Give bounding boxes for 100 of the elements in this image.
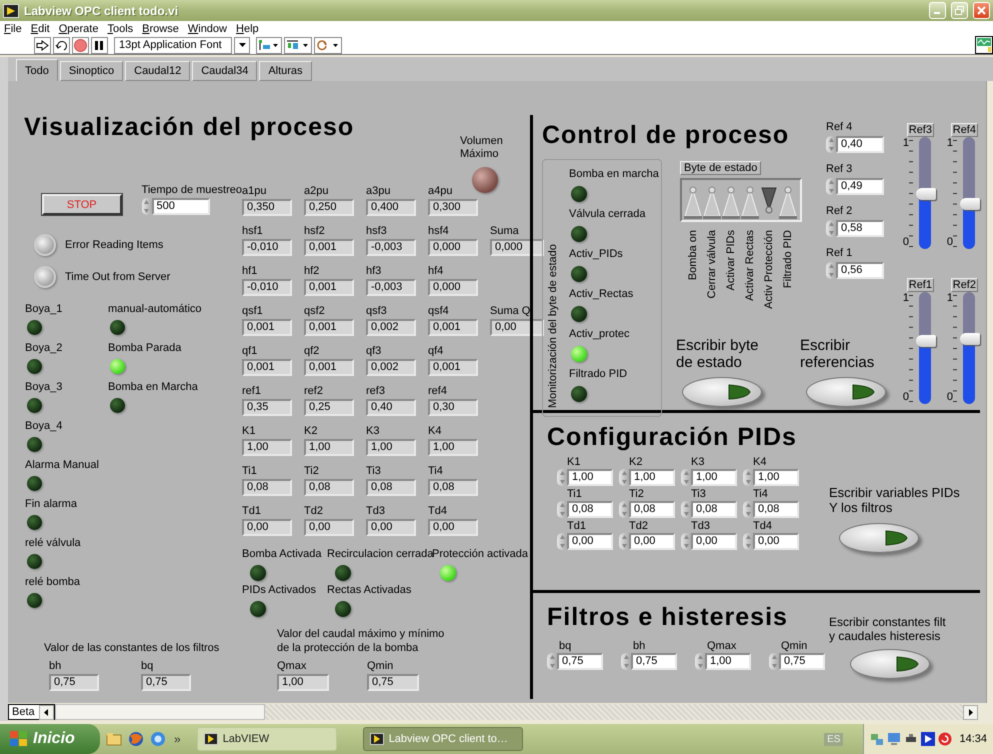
number-field[interactable]: 0,75	[779, 653, 825, 670]
write-button[interactable]	[850, 649, 930, 679]
spinner-arrows[interactable]	[743, 501, 753, 518]
field-label: K4	[752, 456, 768, 469]
number-field[interactable]: 0,58	[836, 220, 884, 237]
quick-launch-button[interactable]	[150, 731, 166, 747]
number-field[interactable]: 0,00	[691, 533, 737, 550]
quick-launch-button[interactable]	[106, 731, 122, 747]
spinner-arrows[interactable]	[743, 469, 753, 486]
field-label: Ref 4	[826, 121, 852, 134]
run-button[interactable]	[34, 36, 51, 54]
network-icon[interactable]	[870, 732, 884, 746]
dropdown-button[interactable]	[234, 36, 250, 54]
tab[interactable]: Sinoptico	[60, 61, 124, 81]
field-label: qsf1	[242, 305, 263, 318]
pause-button[interactable]	[91, 36, 108, 54]
spinner-arrows[interactable]	[826, 220, 836, 237]
vertical-slider[interactable]	[914, 137, 936, 249]
tab[interactable]: Todo	[16, 59, 58, 81]
field-label: bq	[558, 640, 572, 653]
play-icon[interactable]	[921, 732, 936, 746]
spinner-arrows[interactable]	[557, 501, 567, 518]
menu-item[interactable]: File	[4, 22, 22, 34]
vertical-scrollbar[interactable]	[986, 81, 993, 703]
number-field[interactable]: 0,00	[567, 533, 613, 550]
spinner-arrows[interactable]	[681, 533, 691, 550]
spinner-arrows[interactable]	[547, 653, 557, 670]
number-field[interactable]: 0,00	[753, 533, 799, 550]
menu-item[interactable]: Browse	[142, 22, 179, 34]
spinner-arrows[interactable]	[769, 653, 779, 670]
slider-thumb[interactable]	[960, 198, 980, 210]
spinner-arrows[interactable]	[681, 501, 691, 518]
spinner-arrows[interactable]	[557, 533, 567, 550]
menu-item[interactable]: Window	[188, 22, 227, 34]
quick-launch-button[interactable]	[128, 731, 144, 747]
tab[interactable]: Caudal12	[125, 61, 190, 81]
vertical-slider[interactable]	[914, 292, 936, 404]
number-field[interactable]: 0,49	[836, 178, 884, 195]
scroll-thumb[interactable]	[54, 704, 265, 720]
tab[interactable]: Alturas	[259, 61, 312, 81]
slider-thumb[interactable]	[960, 332, 980, 345]
write-button[interactable]	[806, 377, 886, 407]
tab[interactable]: Caudal34	[192, 61, 258, 81]
slider-label: Ref4	[950, 123, 978, 137]
field-label: Ti4	[752, 488, 769, 501]
close-button[interactable]	[973, 2, 990, 19]
more-button[interactable]: »	[174, 732, 181, 746]
align-button[interactable]	[256, 36, 282, 54]
spinner-arrows[interactable]	[142, 198, 152, 215]
number-field[interactable]: 1,00	[691, 469, 737, 486]
scroll-right-button[interactable]	[963, 704, 978, 720]
number-field[interactable]: 0,75	[631, 653, 677, 670]
spinner-arrows[interactable]	[621, 653, 631, 670]
number-field[interactable]: 1,00	[705, 653, 751, 670]
number-field[interactable]: 0,08	[691, 501, 737, 518]
scroll-left-button[interactable]	[38, 704, 54, 720]
spinner-arrows[interactable]	[619, 469, 629, 486]
run-continuously-button[interactable]	[53, 36, 70, 54]
menu-item[interactable]: Edit	[30, 22, 50, 34]
number-field[interactable]: 0,08	[753, 501, 799, 518]
number-field[interactable]: 0,40	[836, 136, 884, 153]
spinner-arrows[interactable]	[826, 262, 836, 279]
reorder-button[interactable]	[314, 36, 342, 54]
vertical-slider[interactable]	[958, 292, 980, 404]
spinner-arrows[interactable]	[619, 501, 629, 518]
menu-item[interactable]: Tools	[107, 22, 134, 34]
menu-item[interactable]: Help	[236, 22, 259, 34]
field-label: hsf4	[428, 225, 449, 238]
number-field[interactable]: 1,00	[753, 469, 799, 486]
minimize-button[interactable]	[929, 2, 946, 19]
number-field[interactable]: 0,08	[629, 501, 675, 518]
spinner-arrows[interactable]	[826, 178, 836, 195]
distribute-button[interactable]	[284, 36, 312, 54]
number-field[interactable]: 1,00	[567, 469, 613, 486]
spinner-arrows[interactable]	[557, 469, 567, 486]
write-button[interactable]	[839, 523, 919, 553]
vertical-slider[interactable]	[958, 137, 980, 249]
start-button[interactable]: Inicio	[0, 724, 100, 754]
number-field[interactable]: 0,75	[557, 653, 603, 670]
taskbar-button[interactable]: LabVIEW	[196, 727, 337, 751]
font-dropdown[interactable]: 13pt Application Font	[114, 36, 232, 54]
slider-thumb[interactable]	[916, 334, 936, 347]
menu-item[interactable]: Operate	[58, 22, 98, 34]
write-button[interactable]	[682, 377, 762, 407]
waveform-icon[interactable]	[975, 36, 993, 54]
slider-thumb[interactable]	[916, 188, 936, 200]
number-field[interactable]: 1,00	[629, 469, 675, 486]
number-field[interactable]: 500	[152, 198, 210, 215]
spinner-arrows[interactable]	[681, 469, 691, 486]
number-field[interactable]: 0,00	[629, 533, 675, 550]
number-field[interactable]: 0,08	[567, 501, 613, 518]
abort-button[interactable]	[72, 36, 89, 54]
maximize-button[interactable]	[951, 2, 968, 19]
spinner-arrows[interactable]	[826, 136, 836, 153]
spinner-arrows[interactable]	[695, 653, 705, 670]
spinner-arrows[interactable]	[743, 533, 753, 550]
horizontal-scrollbar[interactable]	[54, 704, 963, 720]
number-field[interactable]: 0,56	[836, 262, 884, 279]
number-display: 0,002	[366, 359, 416, 376]
spinner-arrows[interactable]	[619, 533, 629, 550]
